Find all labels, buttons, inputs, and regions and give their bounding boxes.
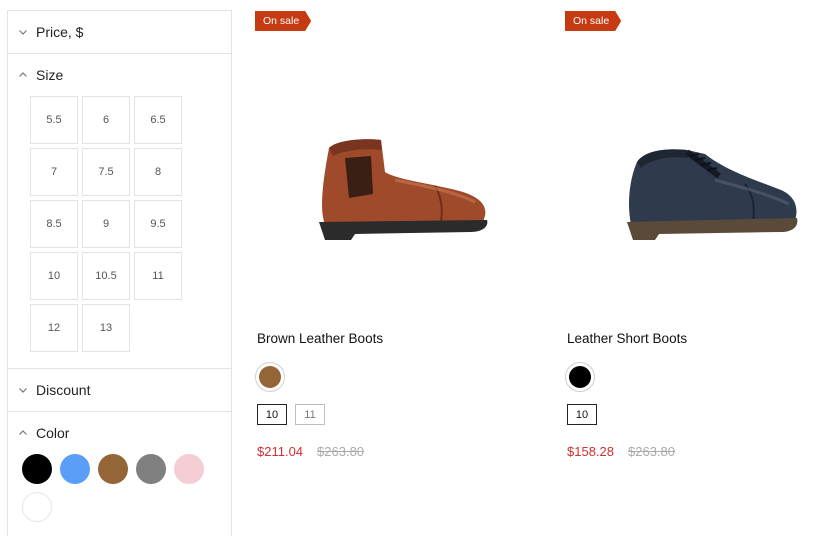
- product-color-option[interactable]: [565, 362, 595, 392]
- original-price: $263.80: [317, 444, 365, 459]
- chevron-down-icon: [18, 27, 28, 37]
- filter-price-header[interactable]: Price, $: [8, 11, 231, 53]
- filter-price-label: Price, $: [36, 24, 84, 40]
- size-option[interactable]: 9: [82, 200, 130, 248]
- color-swatch-pink[interactable]: [174, 454, 204, 484]
- original-price: $263.80: [628, 444, 675, 459]
- size-option[interactable]: 10: [30, 252, 78, 300]
- filter-price: Price, $: [8, 11, 231, 54]
- size-option[interactable]: 9.5: [134, 200, 182, 248]
- filter-size-header[interactable]: Size: [8, 54, 231, 96]
- sale-badge: On sale: [565, 11, 621, 31]
- size-option[interactable]: 8.5: [30, 200, 78, 248]
- sale-price: $158.28: [567, 444, 614, 459]
- product-image-dark-boot[interactable]: [595, 110, 815, 270]
- product-color-option[interactable]: [255, 362, 285, 392]
- color-swatch-gray[interactable]: [136, 454, 166, 484]
- product-name[interactable]: Brown Leather Boots: [257, 331, 383, 346]
- product-prices: $211.04 $263.80: [257, 444, 364, 459]
- size-option[interactable]: 7.5: [82, 148, 130, 196]
- size-option[interactable]: 13: [82, 304, 130, 352]
- size-option[interactable]: 10.5: [82, 252, 130, 300]
- color-swatch-blue[interactable]: [60, 454, 90, 484]
- color-options: [8, 454, 231, 534]
- product-size-option[interactable]: 11: [295, 404, 325, 425]
- filter-discount-header[interactable]: Discount: [8, 369, 231, 411]
- filter-color: Color: [8, 412, 231, 534]
- size-option[interactable]: 8: [134, 148, 182, 196]
- size-options: 5.5 6 6.5 7 7.5 8 8.5 9 9.5 10 10.5 11 1…: [8, 96, 231, 368]
- color-swatch-black[interactable]: [22, 454, 52, 484]
- product-size-option[interactable]: 10: [257, 404, 287, 425]
- sale-badge: On sale: [255, 11, 311, 31]
- color-swatch-white[interactable]: [22, 492, 52, 522]
- product-sizes: 10 11: [257, 404, 325, 425]
- product-sizes: 10: [567, 404, 597, 425]
- size-option[interactable]: 6.5: [134, 96, 182, 144]
- filter-sidebar: Price, $ Size 5.5 6 6.5 7 7.5 8 8.5 9 9.…: [7, 10, 232, 536]
- filter-color-label: Color: [36, 425, 70, 441]
- size-option[interactable]: 12: [30, 304, 78, 352]
- filter-size-label: Size: [36, 67, 64, 83]
- filter-discount: Discount: [8, 369, 231, 412]
- size-option[interactable]: 5.5: [30, 96, 78, 144]
- product-size-option[interactable]: 10: [567, 404, 597, 425]
- chevron-up-icon: [18, 70, 28, 80]
- filter-discount-label: Discount: [36, 382, 91, 398]
- chevron-up-icon: [18, 428, 28, 438]
- filter-size: Size 5.5 6 6.5 7 7.5 8 8.5 9 9.5 10 10.5…: [8, 54, 231, 369]
- product-color-swatch: [569, 366, 591, 388]
- color-swatch-brown[interactable]: [98, 454, 128, 484]
- chevron-down-icon: [18, 385, 28, 395]
- product-image-brown-boot[interactable]: [285, 110, 505, 270]
- filter-color-header[interactable]: Color: [8, 412, 231, 454]
- product-name[interactable]: Leather Short Boots: [567, 331, 687, 346]
- product-prices: $158.28 $263.80: [567, 444, 675, 459]
- size-option[interactable]: 6: [82, 96, 130, 144]
- product-color-swatch: [259, 366, 281, 388]
- size-option[interactable]: 7: [30, 148, 78, 196]
- size-option[interactable]: 11: [134, 252, 182, 300]
- sale-price: $211.04: [257, 444, 304, 459]
